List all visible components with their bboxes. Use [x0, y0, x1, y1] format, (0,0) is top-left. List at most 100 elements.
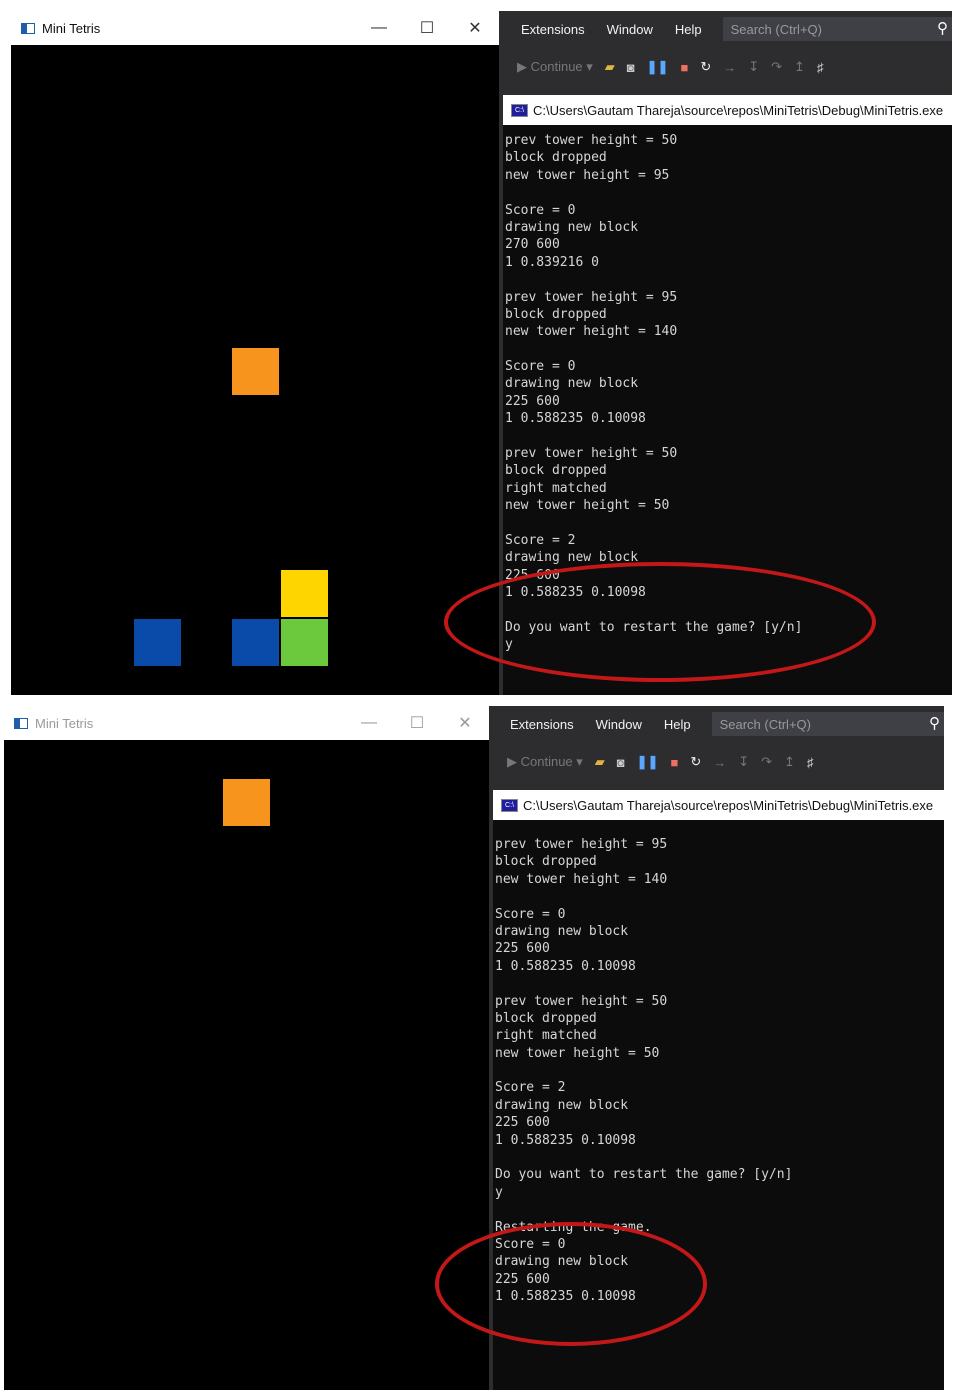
visual-studio-window: Extensions Window Help Search (Ctrl+Q) ⚲… [489, 706, 944, 1390]
search-input[interactable]: Search (Ctrl+Q) ⚲ [722, 17, 952, 41]
console-line: Score = 0 [505, 359, 576, 375]
folder-icon[interactable]: ▰ [605, 59, 615, 75]
console-line: y [505, 637, 513, 653]
console-line: Score = 0 [505, 202, 576, 218]
game-canvas [4, 740, 489, 1390]
menu-extensions[interactable]: Extensions [499, 717, 585, 732]
vs-menubar: Extensions Window Help Search (Ctrl+Q) ⚲ [489, 706, 944, 742]
console-line: block dropped [495, 1010, 597, 1026]
console-line: 1 0.588235 0.10098 [495, 1132, 636, 1148]
falling-block-orange [232, 348, 279, 395]
vs-debug-toolbar: ▶ Continue ▾ ▰ ◙ ❚❚ ■ ↻ → ↧ ↷ ↥ ♯ [499, 47, 952, 87]
window-icon[interactable]: ◙ [627, 60, 635, 75]
menu-help[interactable]: Help [664, 22, 713, 37]
maximize-button[interactable]: ☐ [403, 11, 451, 45]
search-placeholder: Search (Ctrl+Q) [719, 716, 811, 732]
vs-menubar: Extensions Window Help Search (Ctrl+Q) ⚲ [499, 11, 952, 47]
game-window: Mini Tetris — ☐ ✕ [11, 11, 499, 695]
game-titlebar[interactable]: Mini Tetris — ☐ ✕ [4, 706, 489, 741]
menu-window[interactable]: Window [596, 22, 664, 37]
block-blue-right [232, 619, 279, 666]
console-line: 1 0.588235 0.10098 [495, 958, 636, 974]
console-line: drawing new block [505, 550, 639, 566]
game-window-title: Mini Tetris [35, 715, 94, 731]
minimize-button[interactable]: — [355, 11, 403, 45]
console-line: right matched [495, 1028, 597, 1044]
screenshot-before-restart: Mini Tetris — ☐ ✕ Extensions Window Help… [0, 0, 963, 697]
show-next-statement-icon[interactable]: → [713, 755, 726, 770]
falling-block-orange [223, 779, 270, 826]
restart-icon[interactable]: ↻ [700, 59, 711, 75]
console-titlebar: C:\ C:\Users\Gautam Thareja\source\repos… [493, 790, 944, 820]
console-output[interactable]: prev tower height = 50 block dropped new t… [503, 125, 952, 695]
hex-display-icon[interactable]: ♯ [807, 755, 814, 770]
console-line: prev tower height = 50 [495, 993, 668, 1009]
show-next-statement-icon[interactable]: → [723, 60, 736, 75]
folder-icon[interactable]: ▰ [595, 754, 605, 770]
console-line: new tower height = 50 [505, 498, 670, 514]
console-line: block dropped [495, 854, 597, 870]
pause-icon[interactable]: ❚❚ [647, 59, 669, 75]
console-line: Score = 0 [495, 906, 566, 922]
game-titlebar[interactable]: Mini Tetris — ☐ ✕ [11, 11, 499, 46]
console-line: new tower height = 95 [505, 167, 670, 183]
console-line: drawing new block [495, 1097, 629, 1113]
console-line: 225 600 [505, 567, 560, 583]
close-button[interactable]: ✕ [451, 11, 499, 45]
minimize-button[interactable]: — [345, 706, 393, 740]
step-out-icon[interactable]: ↥ [794, 59, 805, 75]
step-over-icon[interactable]: ↷ [771, 59, 782, 75]
game-canvas [11, 45, 499, 695]
search-icon: ⚲ [929, 715, 940, 732]
step-into-icon[interactable]: ↧ [738, 754, 749, 770]
continue-button[interactable]: ▶ Continue ▾ [507, 754, 583, 770]
search-input[interactable]: Search (Ctrl+Q) ⚲ [711, 712, 944, 736]
stop-icon[interactable]: ■ [680, 60, 688, 75]
console-output[interactable]: prev tower height = 95 block dropped new t… [493, 820, 944, 1390]
console-title: C:\Users\Gautam Thareja\source\repos\Min… [523, 797, 934, 813]
step-into-icon[interactable]: ↧ [748, 59, 759, 75]
console-line: 225 600 [495, 1271, 550, 1287]
app-icon [21, 22, 35, 34]
console-line: drawing new block [505, 376, 639, 392]
console-line: prev tower height = 50 [505, 133, 678, 148]
pause-icon[interactable]: ❚❚ [637, 754, 659, 770]
console-line: prev tower height = 95 [495, 837, 668, 852]
maximize-button[interactable]: ☐ [393, 706, 441, 740]
console-line: drawing new block [495, 1254, 629, 1270]
console-line: Score = 2 [495, 1080, 566, 1096]
game-window-title: Mini Tetris [42, 20, 101, 36]
console-window: C:\ C:\Users\Gautam Thareja\source\repos… [493, 790, 944, 1390]
console-line: new tower height = 140 [495, 871, 668, 887]
step-out-icon[interactable]: ↥ [784, 754, 795, 770]
hex-display-icon[interactable]: ♯ [817, 60, 824, 75]
step-over-icon[interactable]: ↷ [761, 754, 772, 770]
screenshot-after-restart: Mini Tetris — ☐ ✕ Extensions Window Help… [0, 706, 963, 1392]
console-line: block dropped [505, 150, 607, 166]
console-line: Score = 0 [495, 1236, 566, 1252]
menu-extensions[interactable]: Extensions [510, 22, 596, 37]
console-titlebar: C:\ C:\Users\Gautam Thareja\source\repos… [503, 95, 952, 125]
console-line: new tower height = 50 [495, 1045, 660, 1061]
close-button[interactable]: ✕ [441, 706, 489, 740]
game-window: Mini Tetris — ☐ ✕ [4, 706, 489, 1390]
menu-window[interactable]: Window [585, 717, 653, 732]
console-line: 225 600 [505, 393, 560, 409]
vs-debug-toolbar: ▶ Continue ▾ ▰ ◙ ❚❚ ■ ↻ → ↧ ↷ ↥ ♯ [489, 742, 944, 782]
console-line: 1 0.588235 0.10098 [505, 585, 646, 601]
console-line: Do you want to restart the game? [y/n] [495, 1167, 793, 1183]
continue-button[interactable]: ▶ Continue ▾ [517, 59, 593, 75]
restart-icon[interactable]: ↻ [690, 754, 701, 770]
app-icon [14, 717, 28, 729]
console-line: drawing new block [495, 923, 629, 939]
window-icon[interactable]: ◙ [617, 755, 625, 770]
stop-icon[interactable]: ■ [670, 755, 678, 770]
menu-help[interactable]: Help [653, 717, 702, 732]
